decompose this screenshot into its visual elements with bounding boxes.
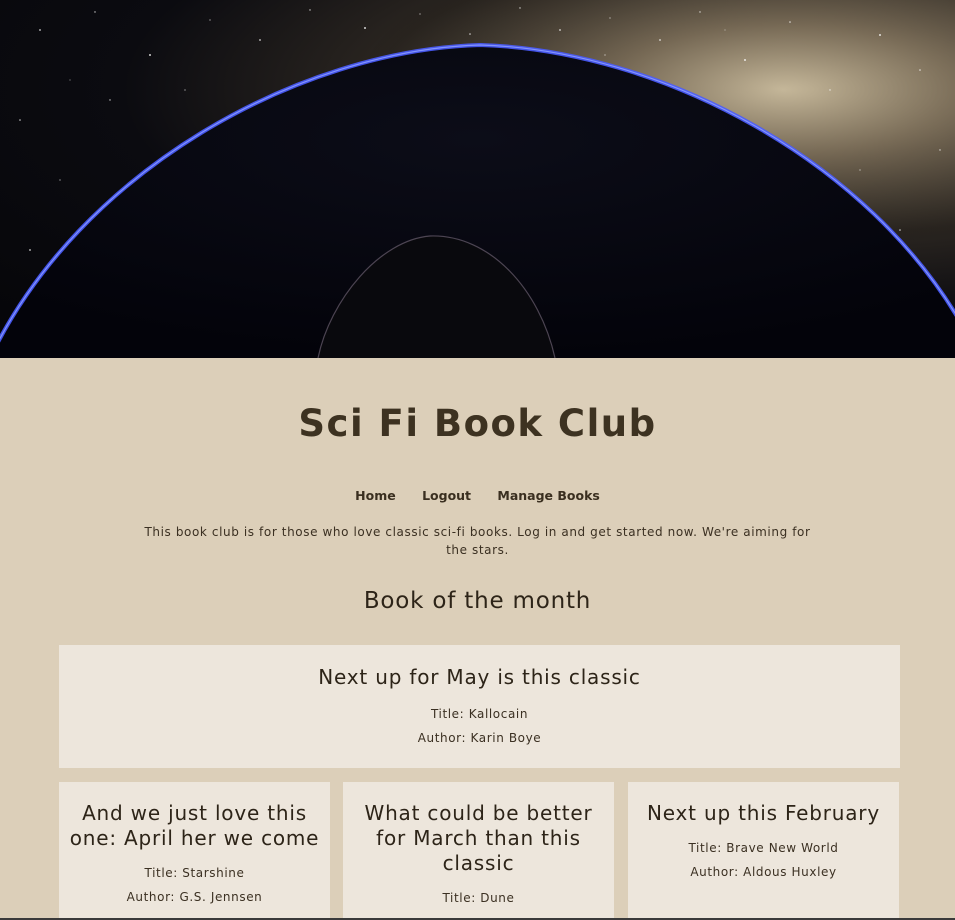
book-title: Title: Brave New World: [688, 841, 839, 855]
book-card-march: What could be better for March than this…: [343, 782, 614, 920]
card-meta: Title: Brave New World Author: Aldous Hu…: [638, 836, 889, 884]
nav-link-logout[interactable]: Logout: [422, 488, 471, 503]
book-author: Author: Karin Boye: [417, 731, 542, 745]
planet-illustration: [0, 0, 955, 358]
book-title: Title: Starshine: [144, 866, 245, 880]
intro-text: This book club is for those who love cla…: [144, 525, 811, 557]
card-meta: Title: Starshine Author: G.S. Jennsen: [69, 861, 320, 909]
nav-link-manage-books[interactable]: Manage Books: [497, 488, 599, 503]
book-author: Author: G.S. Jennsen: [126, 890, 263, 904]
page-title: Sci Fi Book Club: [298, 402, 657, 445]
main-navigation: Home Logout Manage Books: [0, 488, 955, 503]
card-meta: Title: Kallocain Author: Karin Boye: [59, 702, 900, 750]
book-title: Title: Kallocain: [430, 707, 529, 721]
card-meta: Title: Dune: [353, 886, 604, 910]
featured-book-card: Next up for May is this classic Title: K…: [59, 645, 900, 768]
main-content: Sci Fi Book Club Home Logout Manage Book…: [0, 358, 955, 920]
nav-link-home[interactable]: Home: [355, 488, 396, 503]
hero-banner-image: [0, 0, 955, 358]
card-heading: What could be better for March than this…: [364, 801, 593, 875]
card-heading: Next up this February: [647, 801, 880, 825]
book-card-april: And we just love this one: April her we …: [59, 782, 330, 920]
book-author: Author: Aldous Huxley: [690, 865, 837, 879]
book-title: Title: Dune: [442, 891, 515, 905]
section-heading: Book of the month: [363, 588, 592, 614]
card-heading: Next up for May is this classic: [318, 665, 641, 689]
book-card-february: Next up this February Title: Brave New W…: [628, 782, 899, 920]
card-heading: And we just love this one: April her we …: [69, 801, 320, 850]
